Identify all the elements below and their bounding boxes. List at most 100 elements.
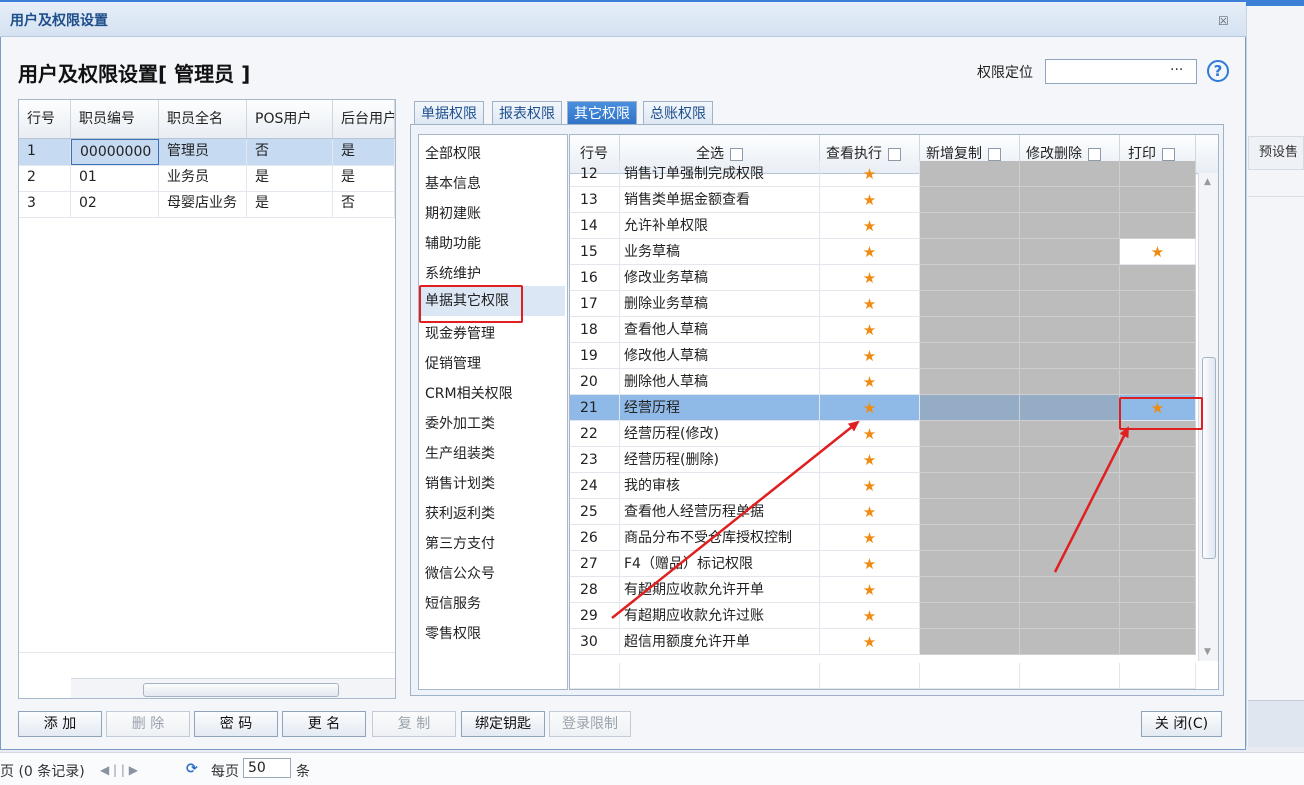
list-item[interactable]: 微信公众号 bbox=[425, 563, 495, 583]
table-row[interactable]: 2 01 业务员 是 是 bbox=[19, 165, 395, 192]
list-item[interactable]: 系统维护 bbox=[425, 263, 481, 283]
pos-user: 否 bbox=[247, 139, 333, 165]
list-item[interactable]: 基本信息 bbox=[425, 173, 481, 193]
edit-delete-cell-disabled bbox=[1020, 343, 1120, 369]
table-row[interactable]: 21 经营历程 ★ ★ bbox=[570, 395, 1196, 421]
print-cell-disabled bbox=[1120, 447, 1196, 473]
permission-name: 销售订单强制完成权限 bbox=[620, 161, 820, 187]
list-item[interactable]: CRM相关权限 bbox=[425, 383, 513, 403]
column-header[interactable]: 职员编号 bbox=[71, 100, 159, 138]
table-row[interactable]: 30 超信用额度允许开单 ★ bbox=[570, 629, 1196, 655]
edit-delete-checkbox[interactable] bbox=[1088, 147, 1101, 161]
list-item[interactable]: 获利返利类 bbox=[425, 503, 495, 523]
table-row[interactable]: 1 00000000 管理员 否 是 bbox=[19, 139, 395, 166]
refresh-icon[interactable]: ⟳ bbox=[186, 761, 198, 777]
tab-ledger-permission[interactable]: 总账权限 bbox=[643, 101, 713, 125]
table-row[interactable]: 24 我的审核 ★ bbox=[570, 473, 1196, 499]
table-row[interactable]: 14 允许补单权限 ★ bbox=[570, 213, 1196, 239]
rename-button[interactable]: 更 名 bbox=[282, 711, 366, 737]
view-execute-checkbox[interactable] bbox=[888, 147, 901, 161]
column-header[interactable]: POS用户 bbox=[247, 100, 333, 138]
table-row[interactable]: 12 销售订单强制完成权限 ★ bbox=[570, 161, 1196, 187]
login-limit-button[interactable]: 登录限制 bbox=[549, 711, 631, 737]
column-header[interactable]: 行号 bbox=[19, 100, 71, 138]
table-row[interactable]: 3 02 母婴店业务 是 否 bbox=[19, 191, 395, 218]
list-item[interactable]: 生产组装类 bbox=[425, 443, 495, 463]
view-execute-star[interactable]: ★ bbox=[820, 317, 920, 343]
list-item[interactable]: 全部权限 bbox=[425, 143, 481, 163]
list-item[interactable]: 零售权限 bbox=[425, 623, 481, 643]
column-header-label: 打印 bbox=[1128, 146, 1156, 162]
table-row[interactable]: 26 商品分布不受仓库授权控制 ★ bbox=[570, 525, 1196, 551]
pager-nav-icons[interactable]: ◀ | | ▶ bbox=[100, 763, 138, 777]
view-execute-star[interactable]: ★ bbox=[820, 213, 920, 239]
table-row[interactable]: 13 销售类单据金额查看 ★ bbox=[570, 187, 1196, 213]
scroll-up-icon[interactable]: ▲ bbox=[1204, 177, 1211, 187]
view-execute-star[interactable]: ★ bbox=[820, 369, 920, 395]
column-header[interactable]: 后台用户 bbox=[333, 100, 395, 138]
view-execute-star[interactable]: ★ bbox=[820, 421, 920, 447]
view-execute-star[interactable]: ★ bbox=[820, 343, 920, 369]
close-icon[interactable]: ☒ bbox=[1218, 14, 1229, 28]
table-row[interactable]: 29 有超期应收款允许过账 ★ bbox=[570, 603, 1196, 629]
print-checkbox[interactable] bbox=[1162, 147, 1175, 161]
table-row[interactable]: 27 F4（赠品）标记权限 ★ bbox=[570, 551, 1196, 577]
table-row[interactable]: 18 查看他人草稿 ★ bbox=[570, 317, 1196, 343]
copy-button[interactable]: 复 制 bbox=[372, 711, 456, 737]
view-execute-star[interactable]: ★ bbox=[820, 239, 920, 265]
table-row[interactable]: 17 删除业务草稿 ★ bbox=[570, 291, 1196, 317]
list-item[interactable]: 第三方支付 bbox=[425, 533, 495, 553]
view-execute-star[interactable]: ★ bbox=[820, 603, 920, 629]
password-button[interactable]: 密 码 bbox=[194, 711, 278, 737]
select-all-checkbox[interactable] bbox=[730, 147, 743, 161]
list-item[interactable]: 辅助功能 bbox=[425, 233, 481, 253]
bind-key-button[interactable]: 绑定钥匙 bbox=[461, 711, 545, 737]
delete-button[interactable]: 删 除 bbox=[106, 711, 190, 737]
permission-name: 有超期应收款允许开单 bbox=[620, 577, 820, 603]
table-row[interactable]: 22 经营历程(修改) ★ bbox=[570, 421, 1196, 447]
list-item[interactable]: 委外加工类 bbox=[425, 413, 495, 433]
tab-other-permission[interactable]: 其它权限 bbox=[567, 101, 637, 125]
view-execute-star[interactable]: ★ bbox=[820, 499, 920, 525]
scrollbar-thumb[interactable] bbox=[1202, 357, 1216, 559]
list-item[interactable]: 期初建账 bbox=[425, 203, 481, 223]
per-page-input[interactable]: 50 bbox=[243, 758, 291, 778]
table-row[interactable]: 15 业务草稿 ★ ★ bbox=[570, 239, 1196, 265]
view-execute-star[interactable]: ★ bbox=[820, 577, 920, 603]
employee-id: 01 bbox=[71, 165, 159, 191]
tab-report-permission[interactable]: 报表权限 bbox=[492, 101, 562, 125]
print-star[interactable]: ★ bbox=[1120, 239, 1196, 265]
horizontal-scrollbar[interactable] bbox=[71, 678, 395, 698]
scroll-down-icon[interactable]: ▼ bbox=[1204, 647, 1211, 657]
employee-id[interactable]: 00000000 bbox=[71, 139, 159, 165]
view-execute-star[interactable]: ★ bbox=[820, 187, 920, 213]
add-button[interactable]: 添 加 bbox=[18, 711, 102, 737]
tab-document-permission[interactable]: 单据权限 bbox=[414, 101, 484, 125]
view-execute-star[interactable]: ★ bbox=[820, 291, 920, 317]
view-execute-star[interactable]: ★ bbox=[820, 473, 920, 499]
help-icon[interactable]: ? bbox=[1207, 60, 1229, 82]
table-row[interactable]: 20 删除他人草稿 ★ bbox=[570, 369, 1196, 395]
view-execute-star[interactable]: ★ bbox=[820, 395, 920, 421]
list-item[interactable]: 促销管理 bbox=[425, 353, 481, 373]
table-row[interactable]: 28 有超期应收款允许开单 ★ bbox=[570, 577, 1196, 603]
row-number: 12 bbox=[570, 161, 620, 187]
view-execute-star[interactable]: ★ bbox=[820, 629, 920, 655]
scrollbar-thumb[interactable] bbox=[143, 683, 339, 697]
ellipsis-icon[interactable]: ··· bbox=[1170, 62, 1183, 78]
view-execute-star[interactable]: ★ bbox=[820, 161, 920, 187]
view-execute-star[interactable]: ★ bbox=[820, 447, 920, 473]
table-row[interactable]: 19 修改他人草稿 ★ bbox=[570, 343, 1196, 369]
list-item[interactable]: 现金券管理 bbox=[425, 323, 495, 343]
view-execute-star[interactable]: ★ bbox=[820, 551, 920, 577]
list-item[interactable]: 销售计划类 bbox=[425, 473, 495, 493]
view-execute-star[interactable]: ★ bbox=[820, 525, 920, 551]
column-header[interactable]: 职员全名 bbox=[159, 100, 247, 138]
add-copy-checkbox[interactable] bbox=[988, 147, 1001, 161]
list-item[interactable]: 短信服务 bbox=[425, 593, 481, 613]
table-row[interactable]: 25 查看他人经营历程单据 ★ bbox=[570, 499, 1196, 525]
table-row[interactable]: 23 经营历程(删除) ★ bbox=[570, 447, 1196, 473]
close-button[interactable]: 关 闭(C) bbox=[1141, 711, 1222, 737]
view-execute-star[interactable]: ★ bbox=[820, 265, 920, 291]
table-row[interactable]: 16 修改业务草稿 ★ bbox=[570, 265, 1196, 291]
